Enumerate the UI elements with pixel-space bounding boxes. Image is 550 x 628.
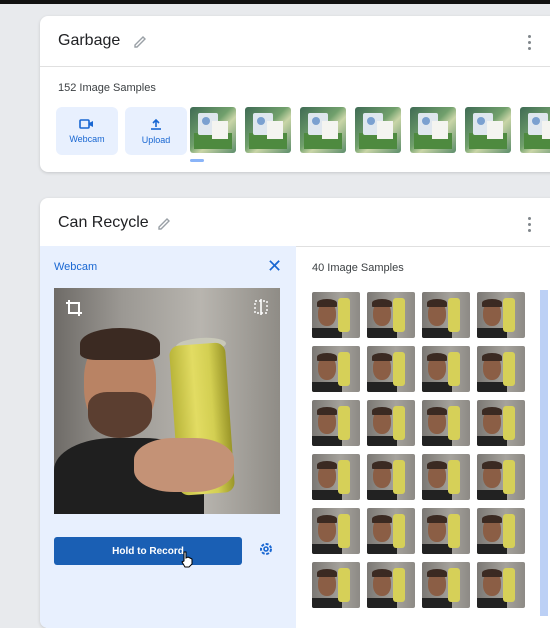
close-icon[interactable]: ✕ (267, 257, 282, 275)
image-sample-thumbnail[interactable] (422, 346, 470, 392)
pencil-icon[interactable] (133, 33, 149, 49)
settings-gear-icon[interactable] (258, 541, 274, 557)
samples-count: 152 Image Samples (58, 82, 156, 94)
pencil-icon[interactable] (157, 215, 173, 231)
class-title[interactable]: Can Recycle (58, 214, 149, 232)
image-sample-thumbnail[interactable] (312, 508, 360, 554)
upload-icon (151, 118, 161, 130)
class-title[interactable]: Garbage (58, 32, 120, 50)
image-sample-thumbnail[interactable] (477, 292, 525, 338)
webcam-button-label: Webcam (69, 134, 105, 144)
image-sample-thumbnail[interactable] (410, 107, 456, 153)
image-sample-thumbnail[interactable] (312, 292, 360, 338)
flip-icon[interactable] (252, 298, 270, 316)
card-divider (40, 66, 550, 67)
image-sample-thumbnail[interactable] (422, 400, 470, 446)
image-sample-thumbnail[interactable] (367, 508, 415, 554)
scroll-indicator (190, 159, 204, 162)
image-sample-thumbnail[interactable] (190, 107, 236, 153)
image-sample-thumbnail[interactable] (367, 562, 415, 608)
image-sample-thumbnail[interactable] (422, 562, 470, 608)
kebab-menu-icon[interactable] (528, 217, 532, 232)
image-sample-thumbnail[interactable] (422, 508, 470, 554)
webcam-button[interactable]: Webcam (56, 107, 118, 155)
image-sample-thumbnail[interactable] (477, 454, 525, 500)
image-sample-thumbnail[interactable] (312, 454, 360, 500)
image-sample-thumbnail[interactable] (355, 107, 401, 153)
window-top-edge (0, 0, 550, 4)
webcam-panel: Webcam ✕ Hold to Record (40, 246, 296, 628)
image-sample-thumbnail[interactable] (477, 562, 525, 608)
crop-icon[interactable] (64, 298, 84, 318)
samples-count: 40 Image Samples (312, 262, 404, 274)
samples-panel: 40 Image Samples (296, 246, 550, 628)
hold-to-record-button[interactable]: Hold to Record (54, 537, 242, 565)
hand-cursor-icon (181, 551, 193, 568)
image-sample-thumbnail[interactable] (367, 292, 415, 338)
image-sample-thumbnail[interactable] (312, 346, 360, 392)
image-sample-thumbnail[interactable] (367, 454, 415, 500)
webcam-icon (79, 119, 93, 129)
image-sample-thumbnail[interactable] (312, 400, 360, 446)
image-sample-thumbnail[interactable] (477, 508, 525, 554)
class-card-garbage: Garbage 152 Image Samples Webcam Upload (40, 16, 550, 172)
image-sample-thumbnail[interactable] (422, 292, 470, 338)
samples-scrollbar[interactable] (540, 290, 548, 616)
upload-button-label: Upload (141, 135, 171, 145)
image-sample-thumbnail[interactable] (367, 346, 415, 392)
kebab-menu-icon[interactable] (528, 35, 532, 50)
image-sample-thumbnail[interactable] (465, 107, 511, 153)
class-card-can-recycle: Can Recycle Webcam ✕ Hold to Record 40 I… (40, 198, 550, 628)
image-sample-thumbnail[interactable] (520, 107, 550, 153)
webcam-preview (54, 288, 280, 514)
image-sample-thumbnail[interactable] (300, 107, 346, 153)
image-sample-thumbnail[interactable] (367, 400, 415, 446)
image-sample-thumbnail[interactable] (422, 454, 470, 500)
image-sample-thumbnail[interactable] (477, 400, 525, 446)
upload-button[interactable]: Upload (125, 107, 187, 155)
image-sample-thumbnail[interactable] (245, 107, 291, 153)
image-sample-thumbnail[interactable] (477, 346, 525, 392)
webcam-panel-title: Webcam (54, 261, 98, 273)
image-sample-thumbnail[interactable] (312, 562, 360, 608)
